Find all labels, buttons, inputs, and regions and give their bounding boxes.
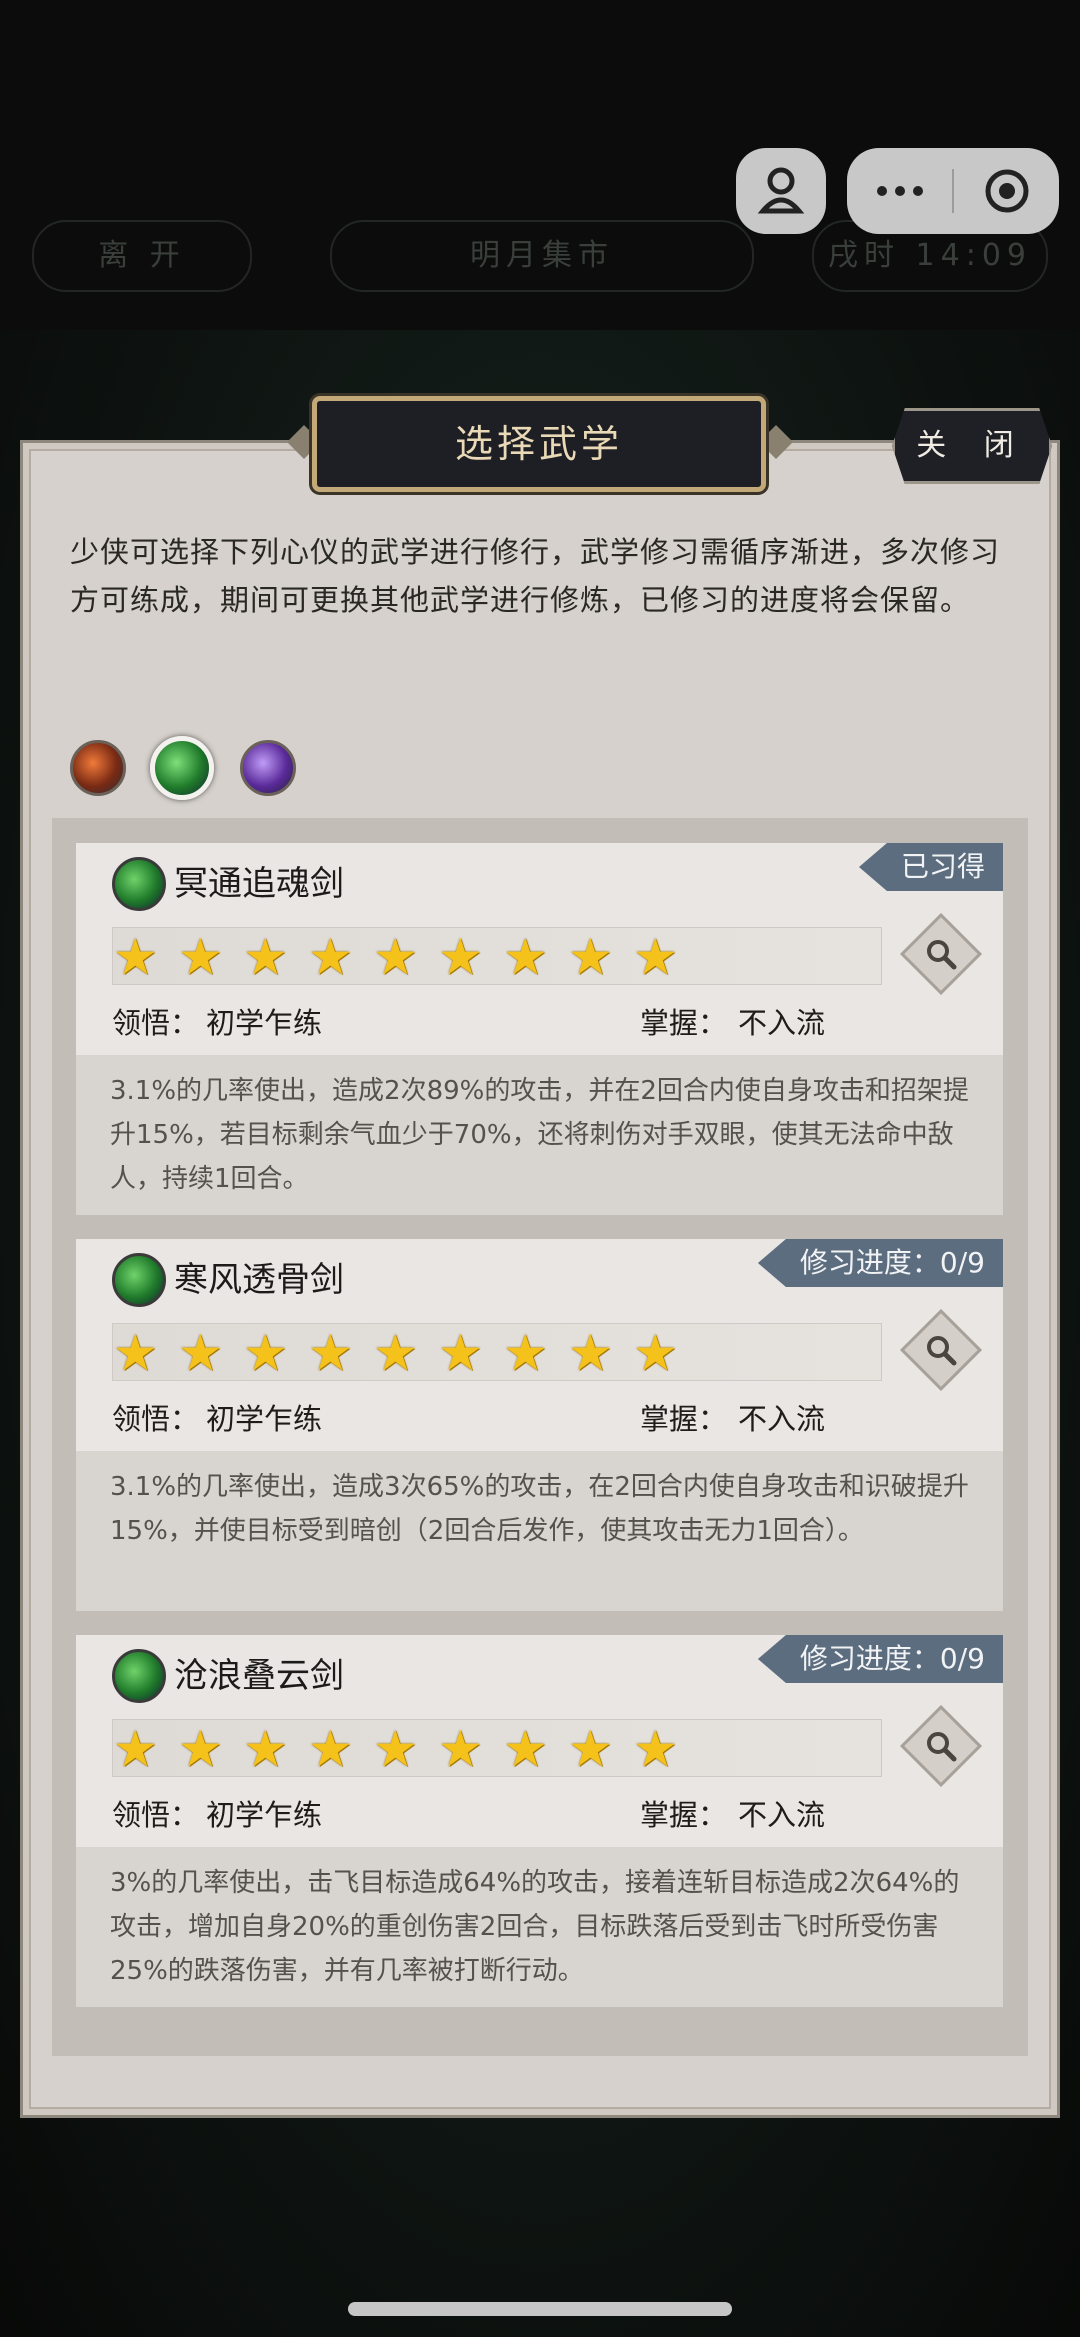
star-icon: ★ xyxy=(373,1324,418,1382)
star-icon: ★ xyxy=(308,1720,353,1778)
star-rating: ★ ★ ★ ★ ★ ★ ★ ★ ★ xyxy=(112,1719,882,1777)
star-icon: ★ xyxy=(373,1720,418,1778)
star-icon: ★ xyxy=(503,928,548,986)
spear-style-icon[interactable] xyxy=(240,740,296,796)
skill-description: 3%的几率使出，击飞目标造成64%的攻击，接着连斩目标造成2次64%的攻击，增加… xyxy=(110,1868,960,1986)
skill-name: 冥通追魂剑 xyxy=(174,864,344,904)
mastery-value: 不入流 xyxy=(738,1798,826,1832)
comprehension-value: 初学乍练 xyxy=(206,1798,323,1832)
sword-skill-icon xyxy=(112,1649,166,1703)
dialog-title-text: 选择武学 xyxy=(454,422,623,466)
star-icon: ★ xyxy=(633,1720,678,1778)
mastery-label: 掌握： xyxy=(640,1798,728,1832)
star-icon: ★ xyxy=(243,928,288,986)
close-button[interactable]: 关 闭 xyxy=(892,408,1052,484)
exit-miniprogram-button[interactable] xyxy=(954,148,1059,234)
leave-button[interactable]: 离 开 xyxy=(32,220,252,292)
star-rating: ★ ★ ★ ★ ★ ★ ★ ★ ★ xyxy=(112,1323,882,1381)
star-icon: ★ xyxy=(503,1720,548,1778)
skill-card[interactable]: 沧浪叠云剑 修习进度：0/9 ★ ★ ★ ★ ★ ★ ★ ★ ★ 领悟： 初学乍… xyxy=(76,1635,1003,2007)
star-icon: ★ xyxy=(568,928,613,986)
mastery-value: 不入流 xyxy=(738,1006,826,1040)
sword-skill-icon xyxy=(112,1253,166,1307)
star-icon: ★ xyxy=(113,1720,158,1778)
star-icon: ★ xyxy=(308,1324,353,1382)
fist-style-icon[interactable] xyxy=(70,740,126,796)
comprehension-value: 初学乍练 xyxy=(206,1402,323,1436)
skill-description-box: 3.1%的几率使出，造成3次65%的攻击，在2回合内使自身攻击和识破提升15%，… xyxy=(76,1451,1003,1611)
star-icon: ★ xyxy=(438,1324,483,1382)
magnifier-button[interactable] xyxy=(899,912,983,996)
progress-badge: 修习进度：0/9 xyxy=(757,1239,1003,1287)
star-icon: ★ xyxy=(373,928,418,986)
star-icon: ★ xyxy=(503,1324,548,1382)
mastery-label: 掌握： xyxy=(640,1006,728,1040)
home-indicator[interactable] xyxy=(348,2302,732,2316)
more-dots-icon xyxy=(876,186,923,196)
magnifier-icon xyxy=(927,1732,957,1762)
avatar-button[interactable] xyxy=(736,148,826,234)
skill-card[interactable]: 冥通追魂剑 已习得 ★ ★ ★ ★ ★ ★ ★ ★ ★ 领悟： 初学乍练 掌握：… xyxy=(76,843,1003,1215)
star-rating: ★ ★ ★ ★ ★ ★ ★ ★ ★ xyxy=(112,927,882,985)
skill-description-box: 3%的几率使出，击飞目标造成64%的攻击，接着连斩目标造成2次64%的攻击，增加… xyxy=(76,1847,1003,2007)
star-icon: ★ xyxy=(633,1324,678,1382)
more-button[interactable] xyxy=(847,148,952,234)
skill-card[interactable]: 寒风透骨剑 修习进度：0/9 ★ ★ ★ ★ ★ ★ ★ ★ ★ 领悟： 初学乍… xyxy=(76,1239,1003,1611)
skill-description-box: 3.1%的几率使出，造成2次89%的攻击，并在2回合内使自身攻击和招架提升15%… xyxy=(76,1055,1003,1215)
comprehension-label: 领悟： xyxy=(112,1798,200,1832)
magnifier-icon xyxy=(927,940,957,970)
star-icon: ★ xyxy=(438,1720,483,1778)
capsule-menu xyxy=(847,148,1059,234)
star-icon: ★ xyxy=(178,928,223,986)
record-target-icon xyxy=(985,169,1028,213)
sword-skill-icon xyxy=(112,857,166,911)
star-icon: ★ xyxy=(178,1720,223,1778)
star-icon: ★ xyxy=(308,928,353,986)
star-icon: ★ xyxy=(113,1324,158,1382)
star-icon: ★ xyxy=(568,1720,613,1778)
mastery-label: 掌握： xyxy=(640,1402,728,1436)
star-icon: ★ xyxy=(178,1324,223,1382)
star-icon: ★ xyxy=(113,928,158,986)
dialog-title: 选择武学 xyxy=(312,396,766,492)
comprehension-label: 领悟： xyxy=(112,1402,200,1436)
star-icon: ★ xyxy=(633,928,678,986)
skill-name: 寒风透骨剑 xyxy=(174,1260,344,1300)
mastery-value: 不入流 xyxy=(738,1402,826,1436)
comprehension-value: 初学乍练 xyxy=(206,1006,323,1040)
status-badge: 已习得 xyxy=(858,843,1003,891)
star-icon: ★ xyxy=(243,1720,288,1778)
progress-badge: 修习进度：0/9 xyxy=(757,1635,1003,1683)
skill-name: 沧浪叠云剑 xyxy=(174,1656,344,1696)
sword-style-icon[interactable] xyxy=(150,736,214,800)
location-title: 明月集市 xyxy=(330,220,754,292)
magnifier-button[interactable] xyxy=(899,1308,983,1392)
person-icon xyxy=(757,167,805,214)
star-icon: ★ xyxy=(243,1324,288,1382)
star-icon: ★ xyxy=(568,1324,613,1382)
star-icon: ★ xyxy=(438,928,483,986)
skill-description: 3.1%的几率使出，造成3次65%的攻击，在2回合内使自身攻击和识破提升15%，… xyxy=(110,1472,969,1546)
comprehension-label: 领悟： xyxy=(112,1006,200,1040)
magnifier-button[interactable] xyxy=(899,1704,983,1788)
magnifier-icon xyxy=(927,1336,957,1366)
intro-text: 少侠可选择下列心仪的武学进行修行，武学修习需循序渐进，多次修习方可练成，期间可更… xyxy=(70,535,1001,617)
skill-description: 3.1%的几率使出，造成2次89%的攻击，并在2回合内使自身攻击和招架提升15%… xyxy=(110,1076,969,1194)
